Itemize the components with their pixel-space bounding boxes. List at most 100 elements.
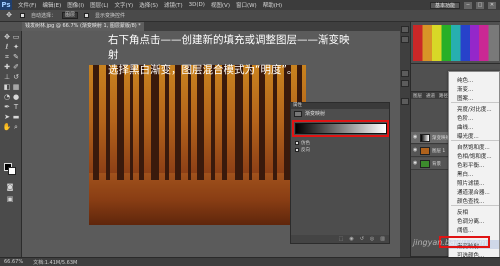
menu-3d[interactable]: 3D(D) — [189, 2, 205, 8]
menu-item-photo-filter[interactable]: 照片滤镜... — [457, 179, 484, 187]
menu-type[interactable]: 文字(Y) — [115, 1, 134, 9]
menu-help[interactable]: 帮助(H) — [263, 1, 282, 9]
reverse-checkbox[interactable] — [295, 148, 299, 152]
auto-select-checkbox[interactable] — [20, 13, 25, 18]
reset-icon[interactable]: ↺ — [360, 236, 364, 242]
screen-mode-icon[interactable]: ▣ — [5, 195, 15, 204]
maximize-icon[interactable]: □ — [476, 1, 484, 9]
menu-item-posterize[interactable]: 色调分离... — [457, 217, 484, 225]
menu-item-pattern[interactable]: 图案... — [457, 94, 473, 102]
tree-trunk — [188, 65, 191, 180]
visibility-icon[interactable]: ◎ — [370, 236, 374, 242]
swatch-grid[interactable] — [413, 25, 499, 61]
dither-option[interactable]: 仿色 — [295, 140, 310, 146]
trash-icon[interactable]: ▥ — [380, 236, 385, 242]
tab-paths[interactable]: 路径 — [439, 93, 448, 99]
history-panel-icon[interactable] — [401, 26, 409, 33]
menu-item-curves[interactable]: 曲线... — [457, 123, 473, 131]
properties-panel-icon[interactable] — [401, 98, 409, 105]
tab-channels[interactable]: 通道 — [426, 93, 435, 99]
menu-edit[interactable]: 编辑(E) — [42, 1, 61, 9]
eye-icon[interactable]: ◉ — [413, 161, 418, 166]
reverse-option[interactable]: 反向 — [295, 147, 310, 153]
document-tab[interactable]: 钱发树林.jpg @ 66.7% (渐变映射 1, 图层蒙版/8) * — [22, 22, 144, 31]
swatches-panel — [411, 22, 500, 64]
gradient-icon[interactable]: ▦ — [11, 83, 21, 92]
clip-icon[interactable]: ⬚ — [339, 236, 344, 242]
menu-item-vibrance[interactable]: 自然饱和度... — [457, 143, 490, 151]
menu-item-color-lookup[interactable]: 颜色查找... — [457, 197, 484, 205]
menu-item-color-balance[interactable]: 色彩平衡... — [457, 161, 484, 169]
menu-window[interactable]: 窗口(W) — [236, 1, 257, 9]
document-tab-bar: 钱发树林.jpg @ 66.7% (渐变映射 1, 图层蒙版/8) * — [22, 22, 400, 31]
workspace-essentials-button[interactable]: 基本功能 — [429, 1, 460, 9]
properties-panel-title: 渐变映射 — [291, 109, 389, 119]
photoshop-window: Ps 文件(F) 编辑(E) 图像(I) 图层(L) 文字(Y) 选择(S) 滤… — [0, 0, 500, 266]
document-info: 文档:1.41M/5.63M — [33, 259, 78, 266]
menu-item-exposure[interactable]: 曝光度... — [457, 132, 479, 140]
menu-item-black-white[interactable]: 黑白... — [457, 170, 473, 178]
menu-item-channel-mixer[interactable]: 通道混合器... — [457, 188, 490, 196]
eye-icon[interactable]: ◉ — [413, 135, 418, 140]
menu-item-brightness-contrast[interactable]: 亮度/对比度... — [457, 105, 492, 113]
close-icon[interactable]: ✕ — [488, 1, 496, 9]
tutorial-annotation: 右下角点击——创建新的填充或调整图层——渐变映射 选择黑白渐变，图层混合模式为“… — [108, 33, 358, 78]
actions-panel-icon[interactable] — [401, 36, 409, 43]
menu-item-invert[interactable]: 反相 — [457, 208, 468, 216]
shape-icon[interactable]: ▬ — [11, 113, 21, 122]
tree-trunk — [165, 65, 169, 180]
tree-trunk — [151, 65, 159, 180]
marquee-icon[interactable]: ▭ — [11, 33, 21, 42]
dodge-icon[interactable]: ● — [11, 93, 21, 102]
type-icon[interactable]: T — [11, 103, 21, 112]
gradient-highlight-box — [292, 120, 389, 137]
tree-trunk — [197, 65, 204, 180]
tree-trunk — [259, 65, 265, 180]
show-transform-checkbox[interactable] — [84, 13, 90, 18]
annotation-line-2: 选择黑白渐变，图层混合模式为“明度”。 — [108, 64, 298, 76]
magic-wand-icon[interactable]: ✦ — [11, 43, 21, 52]
status-bar: 66.67% 文档:1.41M/5.63M — [0, 257, 500, 266]
menu-image[interactable]: 图像(I) — [67, 1, 84, 9]
menu-filter[interactable]: 滤镜(T) — [164, 1, 183, 9]
quick-mask-icon[interactable]: ◙ — [5, 183, 15, 192]
menu-item-hue-saturation[interactable]: 色相/饱和度... — [457, 152, 492, 160]
options-bar: ✥ 自动选择： 图层 显示变换控件 — [0, 10, 500, 22]
menu-item-solid-color[interactable]: 纯色... — [457, 76, 473, 84]
layer-name: 背景 — [432, 161, 441, 167]
tree-trunk — [222, 65, 227, 180]
menu-item-gradient[interactable]: 渐变... — [457, 85, 473, 93]
move-tool-icon[interactable]: ✥ — [4, 11, 14, 20]
paragraph-panel-icon[interactable] — [401, 80, 409, 87]
brush-icon[interactable]: ✐ — [11, 63, 21, 72]
menu-layer[interactable]: 图层(L) — [90, 1, 108, 9]
view-previous-icon[interactable]: ◉ — [349, 236, 353, 242]
annotation-line-1: 右下角点击——创建新的填充或调整图层——渐变映射 — [108, 34, 350, 61]
menu-item-levels[interactable]: 色阶... — [457, 114, 473, 122]
tree-trunk — [211, 65, 215, 180]
properties-footer: ⬚ ◉ ↺ ◎ ▥ — [291, 235, 389, 243]
dither-checkbox[interactable] — [295, 141, 299, 145]
show-transform-label: 显示变换控件 — [95, 13, 126, 19]
eye-icon[interactable]: ◉ — [413, 148, 418, 153]
reverse-label: 反向 — [301, 148, 310, 153]
tree-trunk — [235, 65, 243, 180]
menu-file[interactable]: 文件(F) — [18, 1, 36, 9]
menu-select[interactable]: 选择(S) — [139, 1, 158, 9]
zoom-icon[interactable]: ⌕ — [11, 123, 21, 132]
character-panel-icon[interactable] — [401, 70, 409, 77]
dither-label: 仿色 — [301, 141, 310, 146]
background-color-swatch[interactable] — [8, 167, 16, 175]
eyedropper-icon[interactable]: ✎ — [11, 53, 21, 62]
photoshop-logo: Ps — [0, 0, 12, 10]
history-brush-icon[interactable]: ↺ — [11, 73, 21, 82]
properties-panel: 属性 渐变映射 仿色 反向 ⬚ ◉ ↺ ◎ ▥ — [290, 102, 390, 244]
menu-view[interactable]: 视图(V) — [211, 1, 230, 9]
minimize-icon[interactable]: ─ — [464, 1, 472, 9]
auto-select-target-dropdown[interactable]: 图层 — [62, 12, 79, 19]
tree-trunk — [130, 65, 133, 180]
menu-item-threshold[interactable]: 阈值... — [457, 226, 473, 234]
zoom-level[interactable]: 66.67% — [4, 259, 23, 265]
tab-layers[interactable]: 图层 — [413, 93, 422, 99]
menu-separator — [451, 140, 499, 141]
